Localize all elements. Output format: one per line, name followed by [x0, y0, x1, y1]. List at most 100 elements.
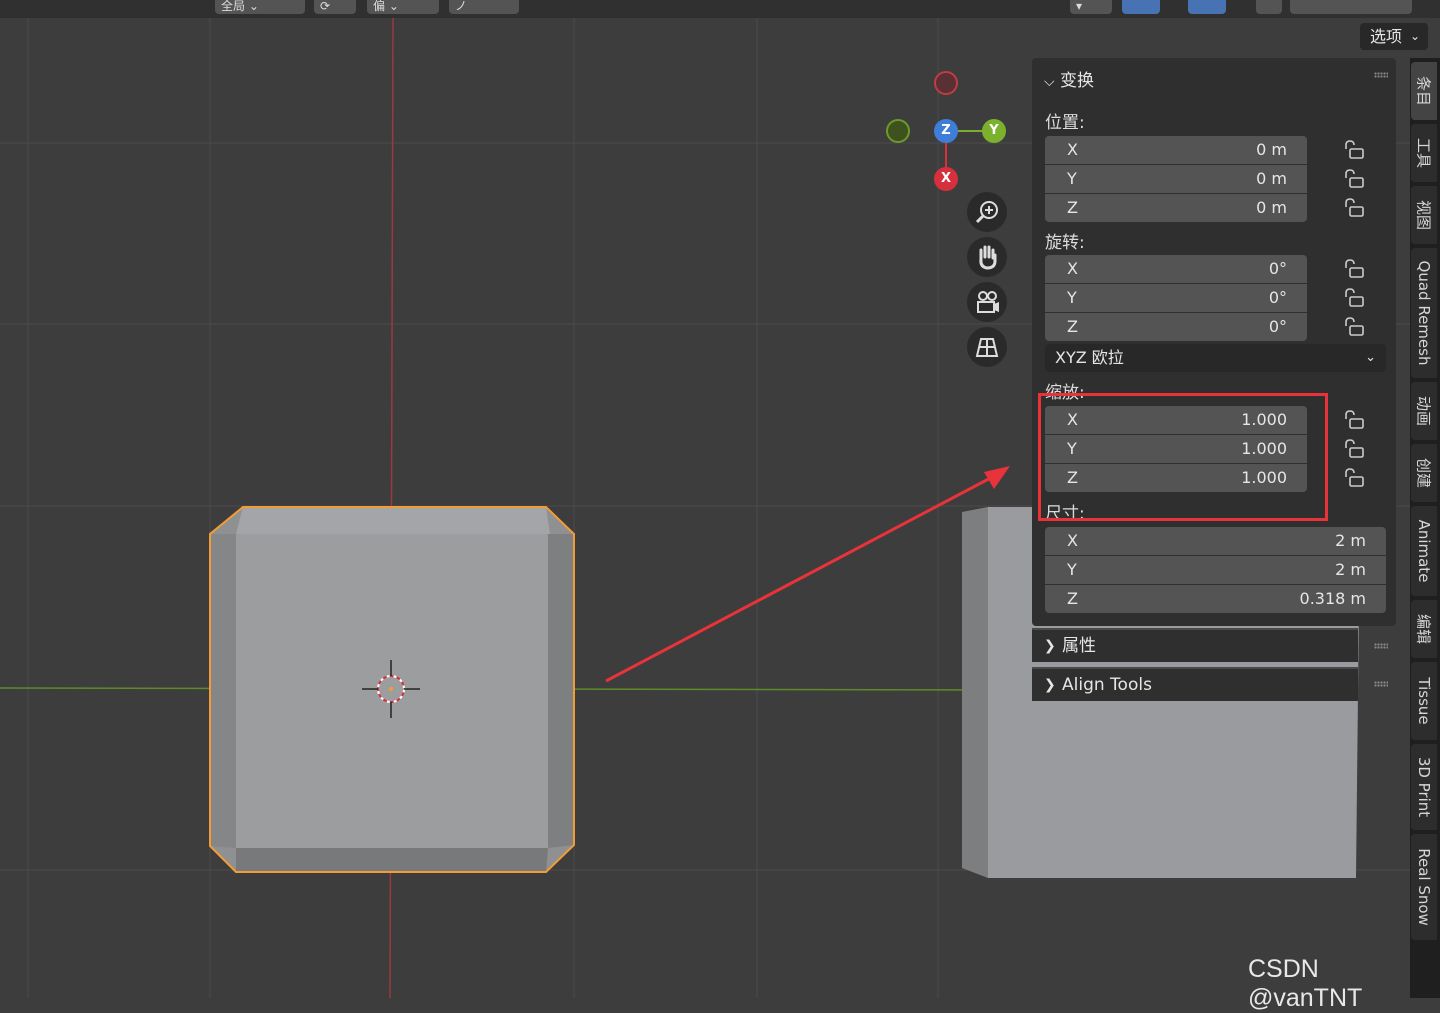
axis-label: Y — [1067, 560, 1077, 579]
chevron-down-icon: ⌵ — [1044, 74, 1055, 90]
lock-icon[interactable] — [1342, 197, 1366, 219]
transform-panel-header[interactable]: ⌵ 变换 — [1044, 66, 1094, 91]
lock-icon[interactable] — [1342, 438, 1366, 460]
tab-label: Real Snow — [1415, 848, 1433, 926]
camera-view-button[interactable] — [967, 282, 1007, 322]
field-value: 2 m — [1335, 531, 1366, 550]
field-value: 0° — [1268, 317, 1287, 336]
drag-grip-icon[interactable] — [1374, 681, 1388, 687]
transform-title: 变换 — [1060, 71, 1095, 91]
lock-icon[interactable] — [1342, 287, 1366, 309]
pan-button[interactable] — [967, 237, 1007, 277]
field-value: 0.318 m — [1299, 589, 1366, 608]
hand-icon — [979, 245, 997, 270]
field-value: 0 m — [1256, 169, 1287, 188]
snap-label: 偏 — [373, 0, 386, 13]
location-label: 位置: — [1045, 113, 1085, 133]
rotation-z-field[interactable]: Z 0° — [1045, 313, 1307, 341]
location-x-field[interactable]: X 0 m — [1045, 136, 1307, 164]
watermark: CSDN @vanTNT — [1248, 955, 1363, 1012]
field-value: 0 m — [1256, 140, 1287, 159]
properties-title: 属性 — [1062, 636, 1096, 656]
chevron-down-icon: ⌄ — [1409, 29, 1420, 43]
tab-label: Animate — [1415, 519, 1433, 583]
annotation-arrow — [605, 466, 1010, 683]
location-z-field[interactable]: Z 0 m — [1045, 194, 1307, 222]
zoom-icon — [975, 201, 998, 224]
proportional-edit-dropdown[interactable]: ノ — [449, 0, 519, 14]
tab-view[interactable]: 视图 — [1411, 186, 1437, 244]
chevron-down-icon: ⌄ — [1365, 350, 1376, 365]
select-tool-icon[interactable]: ▾ — [1070, 0, 1112, 14]
grid-perspective-icon — [975, 338, 999, 357]
tab-animate[interactable]: Animate — [1411, 506, 1437, 596]
axis-label: Z — [1067, 198, 1078, 217]
transform-orientation-dropdown[interactable]: 全局 ⌄ — [215, 0, 305, 14]
rotation-label: 旋转: — [1045, 233, 1085, 253]
chevron-right-icon: ❯ — [1044, 638, 1056, 654]
tab-label: Tissue — [1415, 677, 1433, 725]
drag-grip-icon[interactable] — [1374, 72, 1388, 78]
axis-label: Z — [1067, 589, 1078, 608]
tab-quad-remesh[interactable]: Quad Remesh — [1411, 248, 1437, 378]
lock-icon[interactable] — [1342, 316, 1366, 338]
dimensions-y-field[interactable]: Y 2 m — [1045, 556, 1386, 584]
lock-icon[interactable] — [1342, 467, 1366, 489]
transform-orientation-label: 全局 — [221, 0, 246, 13]
field-value: 0° — [1268, 288, 1287, 307]
pivot-icon: ⟳ — [320, 0, 331, 13]
align-tools-panel-header[interactable]: ❯ Align Tools — [1032, 667, 1358, 701]
tab-label: Quad Remesh — [1415, 260, 1433, 366]
field-value: 0° — [1268, 259, 1287, 278]
rotation-x-field[interactable]: X 0° — [1045, 255, 1307, 283]
gizmo-z-ball[interactable]: Z — [934, 119, 958, 143]
tab-real-snow[interactable]: Real Snow — [1411, 834, 1437, 940]
tab-label: 动画 — [1414, 395, 1433, 427]
gizmo-neg-x-ball[interactable] — [934, 71, 958, 95]
tab-label: 工具 — [1414, 137, 1433, 169]
tab-label: 视图 — [1414, 199, 1433, 231]
shading-mode-icons[interactable] — [1290, 0, 1412, 14]
gizmo-y-ball[interactable]: Y — [982, 119, 1006, 143]
rotation-mode-dropdown[interactable]: XYZ 欧拉 ⌄ — [1045, 344, 1386, 372]
drag-grip-icon[interactable] — [1374, 643, 1388, 649]
gizmo-neg-y-ball[interactable] — [886, 119, 910, 143]
tab-animation[interactable]: 动画 — [1411, 382, 1437, 440]
snap-dropdown[interactable]: 偏 ⌄ — [367, 0, 439, 14]
tab-create[interactable]: 创建 — [1411, 444, 1437, 502]
axis-label: X — [1067, 140, 1078, 159]
axis-label: Z — [1067, 317, 1078, 336]
rotation-y-field[interactable]: Y 0° — [1045, 284, 1307, 312]
tab-3d-print[interactable]: 3D Print — [1411, 744, 1437, 830]
lock-icon[interactable] — [1342, 409, 1366, 431]
tab-item[interactable]: 条目 — [1411, 62, 1437, 120]
properties-panel-header[interactable]: ❯ 属性 — [1032, 628, 1358, 662]
xray-toggle-icon[interactable] — [1256, 0, 1282, 14]
tab-tool[interactable]: 工具 — [1411, 124, 1437, 182]
perspective-toggle-button[interactable] — [967, 327, 1007, 367]
axis-label: Y — [1067, 169, 1077, 188]
dimensions-z-field[interactable]: Z 0.318 m — [1045, 585, 1386, 613]
dimensions-x-field[interactable]: X 2 m — [1045, 527, 1386, 555]
tab-tissue[interactable]: Tissue — [1411, 662, 1437, 740]
pivot-dropdown[interactable]: ⟳ — [314, 0, 356, 14]
location-y-field[interactable]: Y 0 m — [1045, 165, 1307, 193]
lock-icon[interactable] — [1342, 258, 1366, 280]
overlay-toggle-icon[interactable] — [1188, 0, 1226, 14]
tab-label: 条目 — [1414, 75, 1433, 107]
gizmo-x-ball[interactable]: X — [934, 167, 958, 191]
proportional-edit-label: ノ — [455, 0, 468, 13]
field-value: 2 m — [1335, 560, 1366, 579]
lock-icon[interactable] — [1342, 168, 1366, 190]
tab-edit[interactable]: 编辑 — [1411, 600, 1437, 658]
tab-label: 创建 — [1414, 457, 1433, 489]
options-dropdown[interactable]: 选项 ⌄ — [1360, 23, 1428, 50]
gizmo-y-label: Y — [989, 123, 999, 138]
zoom-button[interactable] — [967, 192, 1007, 232]
chevron-right-icon: ❯ — [1044, 677, 1056, 693]
highlight-box — [1038, 393, 1328, 521]
gizmo-toggle-icon[interactable] — [1122, 0, 1160, 14]
tab-label: 3D Print — [1415, 756, 1433, 818]
lock-icon[interactable] — [1342, 139, 1366, 161]
axis-label: X — [1067, 531, 1078, 550]
